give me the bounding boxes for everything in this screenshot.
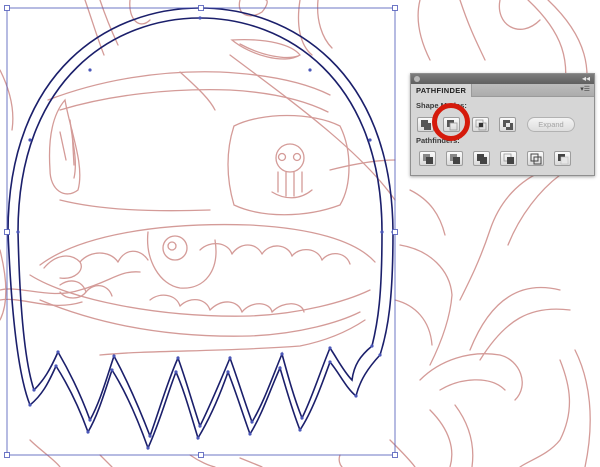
resize-handle-top[interactable] (198, 5, 204, 11)
outline-button[interactable] (527, 151, 544, 166)
crop-icon (503, 153, 514, 164)
exclude-icon (503, 120, 513, 130)
minus-back-icon (558, 154, 569, 165)
resize-handle-top-left[interactable] (4, 5, 10, 11)
expand-button[interactable]: Expand (527, 117, 575, 132)
unite-icon (421, 120, 431, 130)
highlight-circle (432, 103, 470, 141)
crop-button[interactable] (500, 151, 517, 166)
tab-pathfinder[interactable]: PATHFINDER (411, 84, 473, 97)
exclude-button[interactable] (499, 117, 516, 132)
double-chevron-icon[interactable]: ◂◂ (582, 74, 590, 84)
intersect-button[interactable] (472, 117, 489, 132)
resize-handle-bottom-right[interactable] (392, 452, 398, 458)
resize-handle-bottom[interactable] (198, 452, 204, 458)
minus-back-button[interactable] (554, 151, 571, 166)
monster-outline-path[interactable] (6, 6, 395, 451)
resize-handle-right[interactable] (392, 229, 398, 235)
panel-menu-icon[interactable]: ▾☰ (580, 85, 590, 95)
intersect-icon (475, 119, 487, 131)
resize-handle-left[interactable] (4, 229, 10, 235)
artboard-canvas[interactable] (0, 0, 600, 467)
trim-button[interactable] (446, 151, 463, 166)
resize-handle-bottom-left[interactable] (4, 452, 10, 458)
close-icon[interactable] (414, 76, 420, 82)
panel-tab-row: PATHFINDER ▾☰ (411, 84, 594, 97)
trim-icon (450, 154, 460, 164)
selection-bounding-box[interactable] (4, 5, 398, 458)
divide-button[interactable] (419, 151, 436, 166)
divide-icon (423, 154, 433, 164)
outline-icon (530, 153, 542, 165)
merge-icon (477, 154, 487, 164)
merge-button[interactable] (473, 151, 490, 166)
resize-handle-top-right[interactable] (392, 5, 398, 11)
panel-titlebar[interactable]: ◂◂ (411, 74, 594, 84)
